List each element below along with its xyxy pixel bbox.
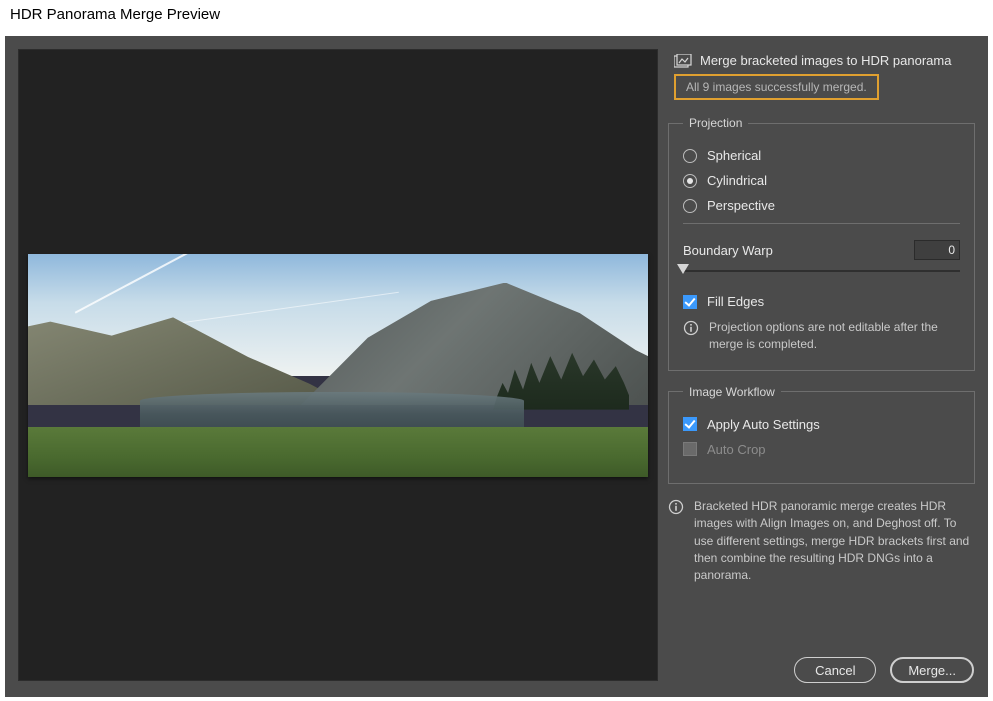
boundary-warp-value[interactable] [914, 240, 960, 260]
preview-pane [5, 36, 668, 697]
workflow-legend: Image Workflow [683, 385, 781, 399]
radio-icon [683, 199, 697, 213]
side-pane: Merge bracketed images to HDR panorama A… [668, 36, 988, 697]
boundary-warp-row: Boundary Warp [683, 240, 960, 260]
projection-spherical[interactable]: Spherical [683, 148, 960, 163]
radio-icon [683, 174, 697, 188]
projection-perspective[interactable]: Perspective [683, 198, 960, 213]
dialog-body: Merge bracketed images to HDR panorama A… [5, 36, 988, 697]
divider [683, 223, 960, 224]
projection-option-label: Spherical [707, 148, 761, 163]
window-title-bar: HDR Panorama Merge Preview [0, 0, 993, 33]
projection-note: Projection options are not editable afte… [683, 319, 960, 354]
projection-option-label: Cylindrical [707, 173, 767, 188]
boundary-warp-slider[interactable] [683, 264, 960, 278]
auto-crop-checkbox: Auto Crop [683, 442, 960, 457]
checkbox-icon [683, 295, 697, 309]
projection-option-label: Perspective [707, 198, 775, 213]
merge-button[interactable]: Merge... [890, 657, 974, 683]
window-title: HDR Panorama Merge Preview [10, 6, 220, 23]
radio-icon [683, 149, 697, 163]
panorama-preview-image [28, 254, 648, 477]
boundary-warp-label: Boundary Warp [683, 243, 773, 258]
merge-status: All 9 images successfully merged. [674, 74, 879, 100]
apply-auto-settings-label: Apply Auto Settings [707, 417, 820, 432]
workflow-panel: Image Workflow Apply Auto Settings Auto … [668, 385, 975, 484]
apply-auto-settings-checkbox[interactable]: Apply Auto Settings [683, 417, 960, 432]
preview-frame [18, 49, 658, 681]
footer-note: Bracketed HDR panoramic merge creates HD… [668, 498, 975, 585]
merge-header-title: Merge bracketed images to HDR panorama [700, 53, 951, 68]
checkbox-icon [683, 417, 697, 431]
fill-edges-label: Fill Edges [707, 294, 764, 309]
info-icon [668, 499, 684, 515]
info-icon [683, 320, 699, 336]
slider-thumb-icon [677, 264, 689, 274]
footer-buttons: Cancel Merge... [794, 657, 974, 683]
auto-crop-label: Auto Crop [707, 442, 766, 457]
projection-panel: Projection Spherical Cylindrical Perspec… [668, 116, 975, 371]
fill-edges-checkbox[interactable]: Fill Edges [683, 294, 960, 309]
panorama-icon [674, 54, 692, 68]
merge-header: Merge bracketed images to HDR panorama [674, 53, 975, 68]
projection-cylindrical[interactable]: Cylindrical [683, 173, 960, 188]
projection-legend: Projection [683, 116, 748, 130]
checkbox-icon [683, 442, 697, 456]
cancel-button[interactable]: Cancel [794, 657, 876, 683]
